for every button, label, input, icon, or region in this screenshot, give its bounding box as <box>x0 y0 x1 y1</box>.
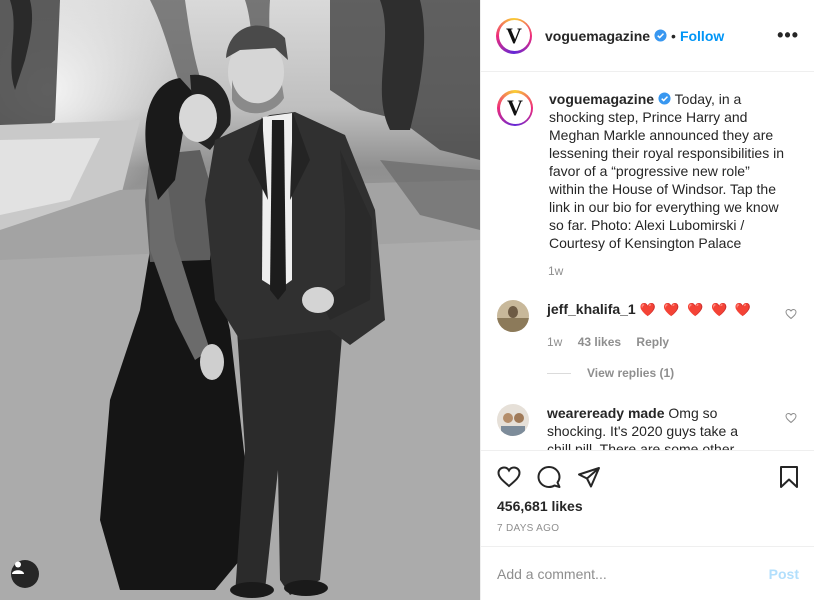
verified-badge-icon <box>658 92 671 105</box>
comment-composer: Post <box>481 546 814 600</box>
comment-heart-icon[interactable] <box>785 412 797 424</box>
comment-heart-icon[interactable] <box>785 308 797 320</box>
more-options-icon[interactable]: ••• <box>777 26 799 44</box>
commenter-avatar[interactable] <box>497 404 529 436</box>
caption-username[interactable]: voguemagazine <box>549 91 654 107</box>
caption: V voguemagazine Today, in a shocking ste… <box>497 90 799 252</box>
caption-avatar-letter: V <box>499 92 531 124</box>
follow-button[interactable]: Follow <box>680 28 724 44</box>
like-count[interactable]: 456,681 likes <box>497 498 583 514</box>
post-actions: 456,681 likes 7 DAYS AGO <box>481 450 814 546</box>
comment-body: jeff_khalifa_1 ❤️ ❤️ ❤️ ❤️ ❤️ 1w 43 like… <box>547 300 757 382</box>
avatar-letter: V <box>498 20 530 51</box>
post-photo[interactable] <box>0 0 480 600</box>
comment-text: ❤️ ❤️ ❤️ ❤️ ❤️ <box>639 302 753 317</box>
view-replies-button[interactable]: View replies (1) <box>547 364 757 382</box>
comment-input[interactable] <box>497 565 769 582</box>
share-icon[interactable] <box>577 465 601 489</box>
comment-likes[interactable]: 43 likes <box>578 335 621 349</box>
commenter-username[interactable]: jeff_khalifa_1 <box>547 301 636 317</box>
author-username[interactable]: voguemagazine <box>545 28 650 44</box>
post-date: 7 DAYS AGO <box>497 523 560 534</box>
photo-scene <box>0 0 480 600</box>
commenter-username[interactable]: weareready made <box>547 405 665 421</box>
caption-timestamp: 1w <box>548 264 564 278</box>
view-replies-label: View replies (1) <box>587 366 675 380</box>
comments-list[interactable]: V voguemagazine Today, in a shocking ste… <box>481 72 814 450</box>
replies-divider <box>547 372 571 374</box>
caption-author-avatar[interactable]: V <box>497 90 533 126</box>
reply-button[interactable]: Reply <box>636 335 669 349</box>
caption-text: Today, in a shocking step, Prince Harry … <box>549 91 785 251</box>
comment-item: weareready made Omg so shocking. It's 20… <box>497 404 799 450</box>
heart-icon[interactable] <box>497 465 521 489</box>
author-avatar[interactable]: V <box>496 17 532 54</box>
user-tag-icon[interactable] <box>11 560 39 588</box>
caption-body: voguemagazine Today, in a shocking step,… <box>549 90 789 252</box>
header-separator: • <box>671 27 676 44</box>
bookmark-icon[interactable] <box>777 465 801 489</box>
verified-badge-icon <box>654 29 667 42</box>
post-side-panel: V voguemagazine • Follow ••• V voguemaga… <box>480 0 814 600</box>
post-header: V voguemagazine • Follow ••• <box>481 0 814 72</box>
comment-time: 1w <box>547 335 563 349</box>
comment-item: jeff_khalifa_1 ❤️ ❤️ ❤️ ❤️ ❤️ 1w 43 like… <box>497 300 799 382</box>
comment-meta: 1w 43 likes Reply <box>547 333 757 351</box>
commenter-avatar[interactable] <box>497 300 529 332</box>
comment-icon[interactable] <box>537 465 561 489</box>
post-comment-button[interactable]: Post <box>769 566 799 582</box>
comment-body: weareready made Omg so shocking. It's 20… <box>547 404 757 450</box>
